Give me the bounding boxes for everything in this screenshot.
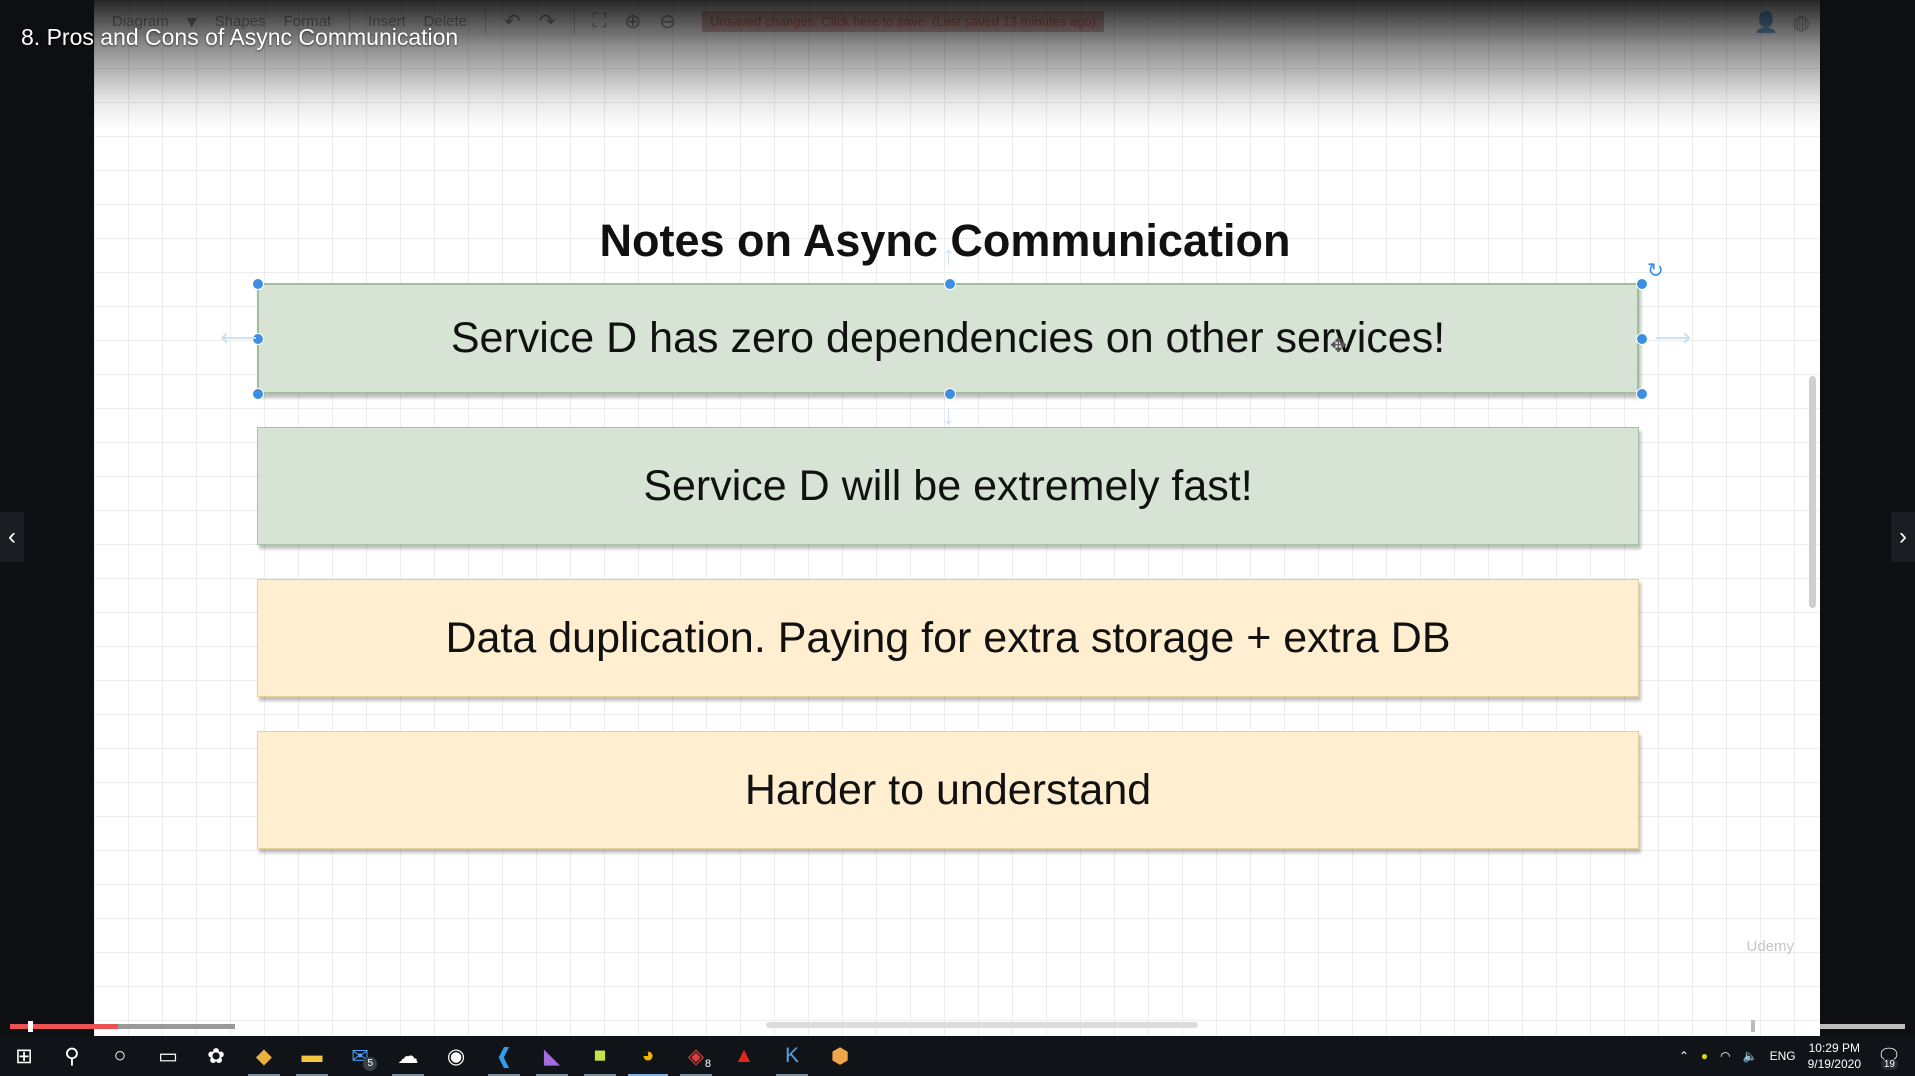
undo-icon[interactable]: ↶	[504, 9, 521, 34]
video-progress-fill	[10, 1024, 118, 1029]
task-view-icon: ▭	[158, 1044, 178, 1068]
system-tray: ⌃ ● ◠ 🔈 ENG 10:29 PM 9/19/2020 🗨 19	[1679, 1036, 1915, 1076]
taskbar-mail[interactable]: ✉ 5	[336, 1036, 384, 1076]
taskbar-app-k[interactable]: K	[768, 1036, 816, 1076]
app-badge: 8	[704, 1058, 711, 1070]
taskbar-pycharm[interactable]: ■	[576, 1036, 624, 1076]
volume-marker	[1751, 1020, 1755, 1032]
chevron-left-icon: ‹	[8, 523, 16, 550]
user-icon[interactable]: 👤	[1754, 10, 1779, 35]
chat-icon: ☁	[397, 1044, 419, 1068]
note-text: Harder to understand	[744, 765, 1152, 814]
note-box[interactable]: Data duplication. Paying for extra stora…	[257, 579, 1639, 697]
app-icon: ◈	[687, 1044, 705, 1068]
resize-handle-sw[interactable]	[252, 388, 264, 400]
visual-studio-icon: ◣	[543, 1044, 561, 1068]
taskbar-media[interactable]: ◉	[432, 1036, 480, 1076]
arrow-left-icon[interactable]: ⟵	[220, 322, 257, 353]
clock[interactable]: 10:29 PM 9/19/2020	[1808, 1040, 1861, 1072]
windows-logo-icon: ⊞	[15, 1044, 33, 1068]
language-indicator[interactable]: ENG	[1770, 1049, 1796, 1063]
taskbar-package[interactable]: ⬢	[816, 1036, 864, 1076]
redo-icon[interactable]: ↷	[539, 9, 556, 34]
package-icon: ⬢	[830, 1044, 850, 1068]
video-progress-bar[interactable]	[10, 1021, 235, 1032]
clock-time: 10:29 PM	[1808, 1041, 1860, 1055]
resize-handle-se[interactable]	[1636, 388, 1648, 400]
note-box[interactable]: Harder to understand	[257, 731, 1639, 849]
progress-scrubber[interactable]	[28, 1021, 33, 1032]
taskbar-app-git[interactable]: ◆	[240, 1036, 288, 1076]
vscode-icon: ❰	[495, 1044, 513, 1068]
wifi-icon[interactable]: ◠	[1720, 1049, 1730, 1063]
toolbar-divider	[485, 8, 486, 34]
taskbar-visual-studio[interactable]: ◣	[528, 1036, 576, 1076]
buffer-bar	[1820, 1024, 1905, 1029]
resize-handle-s[interactable]	[944, 388, 956, 400]
taskbar-acrobat[interactable]: ▲	[720, 1036, 768, 1076]
mail-badge: 5	[363, 1057, 377, 1071]
note-text: Data duplication. Paying for extra stora…	[445, 613, 1451, 662]
notification-count: 19	[1880, 1059, 1898, 1070]
pycharm-icon: ■	[593, 1044, 607, 1067]
clock-date: 9/19/2020	[1807, 1057, 1861, 1071]
resize-handle-n[interactable]	[944, 278, 956, 290]
toolbar-right: 👤 ◍	[1754, 10, 1810, 35]
taskbar-vscode[interactable]: ❰	[480, 1036, 528, 1076]
resize-handle-e[interactable]	[1636, 333, 1648, 345]
chevron-right-icon: ›	[1899, 523, 1907, 550]
task-view-button[interactable]: ▭	[144, 1036, 192, 1076]
volume-icon[interactable]: 🔈	[1743, 1049, 1758, 1063]
zoom-out-icon[interactable]: ⊖	[659, 9, 676, 34]
chrome-icon: ◕	[641, 1044, 655, 1067]
app-icon: ✿	[207, 1044, 225, 1068]
windows-taskbar: ⊞ ⚲ ○ ▭ ✿ ◆ ▬ ✉ 5 ☁ ◉ ❰ ◣ ■ ◕ ◈ 8 ▲ K ⬢ …	[0, 1036, 1915, 1076]
video-stage[interactable]: Diagram ▾ Shapes Format Insert Delete ↶ …	[94, 0, 1820, 1036]
taskbar-file-explorer[interactable]: ▬	[288, 1036, 336, 1076]
globe-icon[interactable]: ◍	[1793, 10, 1810, 35]
resize-handle-nw[interactable]	[252, 278, 264, 290]
arrow-right-icon[interactable]: ⟶	[1654, 322, 1691, 353]
fullscreen-icon[interactable]: ⛶	[593, 10, 607, 33]
horizontal-scrollbar[interactable]	[766, 1022, 1198, 1028]
pdf-icon: ▲	[733, 1044, 755, 1067]
chevron-up-icon[interactable]: ⌃	[1679, 1049, 1689, 1063]
toolbar-divider	[573, 8, 575, 34]
note-text: Service D has zero dependencies on other…	[450, 314, 1446, 362]
zoom-in-icon[interactable]: ⊕	[625, 9, 642, 34]
note-box[interactable]: Service D will be extremely fast!	[257, 427, 1639, 545]
notification-center-button[interactable]: 🗨 19	[1875, 1036, 1915, 1076]
vertical-scrollbar[interactable]	[1809, 376, 1816, 608]
previous-lecture-button[interactable]: ‹	[0, 512, 24, 562]
taskbar-chrome[interactable]: ◕	[624, 1036, 672, 1076]
cortana-button[interactable]: ○	[96, 1036, 144, 1076]
video-title: 8. Pros and Cons of Async Communication	[21, 24, 459, 50]
taskbar-wechat[interactable]: ☁	[384, 1036, 432, 1076]
app-icon: K	[784, 1044, 799, 1067]
search-icon: ⚲	[64, 1044, 80, 1068]
note-box-selected[interactable]: Service D has zero dependencies on other…	[257, 283, 1639, 394]
cortana-icon: ○	[113, 1044, 127, 1067]
arrow-up-icon[interactable]: ↑	[942, 240, 955, 271]
taskbar-app-1[interactable]: ✿	[192, 1036, 240, 1076]
disc-icon: ◉	[446, 1044, 466, 1068]
move-cursor-icon: ✥	[1330, 335, 1347, 357]
udemy-watermark: Udemy	[1746, 938, 1794, 955]
windows-start-button[interactable]: ⊞	[0, 1036, 48, 1076]
rotate-icon[interactable]: ↻	[1647, 258, 1664, 283]
unsaved-changes-banner[interactable]: Unsaved changes. Click here to save. (La…	[702, 10, 1104, 32]
arrow-down-icon[interactable]: ↓	[942, 400, 955, 431]
search-button[interactable]: ⚲	[48, 1036, 96, 1076]
taskbar-app-badge[interactable]: ◈ 8	[672, 1036, 720, 1076]
status-icon[interactable]: ●	[1701, 1049, 1708, 1063]
folder-icon: ▬	[301, 1044, 323, 1067]
next-lecture-button[interactable]: ›	[1891, 512, 1915, 562]
note-text: Service D will be extremely fast!	[643, 461, 1253, 510]
git-icon: ◆	[255, 1044, 273, 1068]
